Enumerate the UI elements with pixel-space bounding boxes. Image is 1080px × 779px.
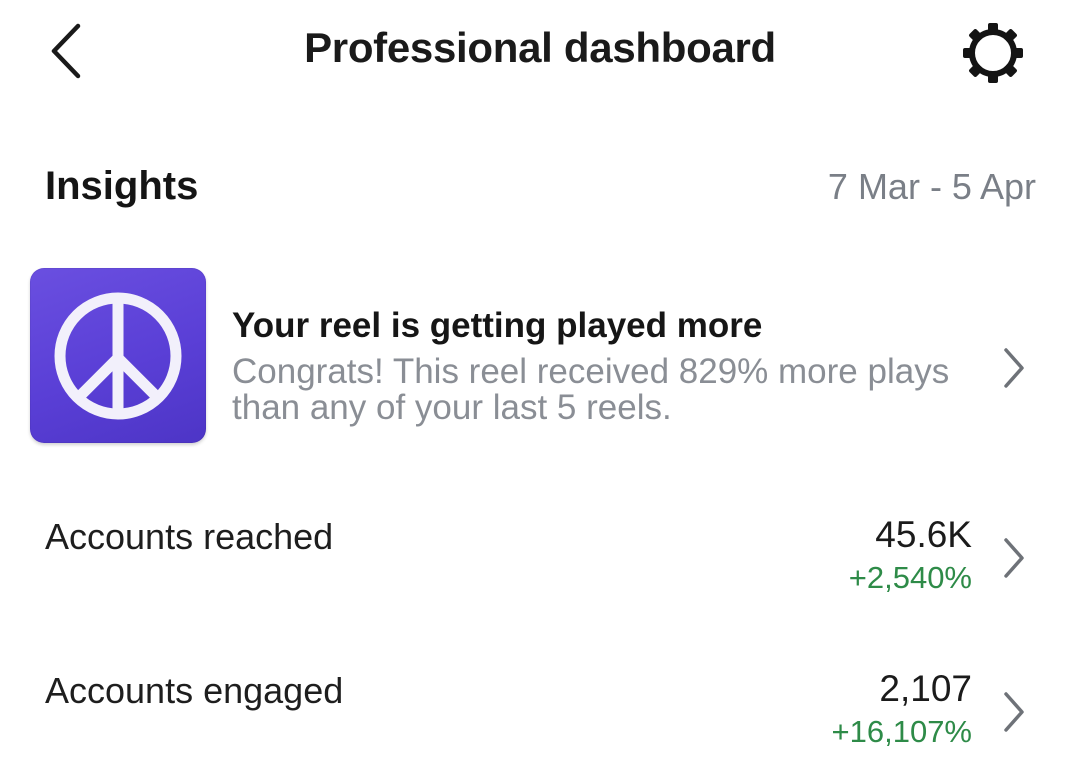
date-range[interactable]: 7 Mar - 5 Apr <box>828 166 1036 208</box>
reel-headline: Your reel is getting played more <box>232 306 763 345</box>
reel-thumbnail <box>30 268 206 443</box>
metric-delta: +16,107% <box>831 714 972 749</box>
settings-button[interactable] <box>958 20 1028 86</box>
chevron-right-icon <box>1004 348 1024 388</box>
chevron-right-icon <box>1004 692 1024 732</box>
metric-label: Accounts engaged <box>45 670 344 711</box>
peace-sign-icon <box>54 292 182 419</box>
metric-label: Accounts reached <box>45 516 334 557</box>
metric-value: 45.6K <box>875 514 972 555</box>
insights-heading: Insights <box>45 164 199 208</box>
metric-row-accounts-reached[interactable]: Accounts reached 45.6K +2,540% <box>0 506 1080 616</box>
page-title: Professional dashboard <box>304 24 776 71</box>
reel-description: Congrats! This reel received 829% more p… <box>232 352 950 427</box>
reel-insight-card[interactable]: Your reel is getting played more Congrat… <box>30 268 1040 446</box>
metric-row-accounts-engaged[interactable]: Accounts engaged 2,107 +16,107% <box>0 660 1080 770</box>
chevron-right-icon <box>1004 538 1024 578</box>
metric-delta: +2,540% <box>848 560 972 595</box>
metric-value: 2,107 <box>879 668 972 709</box>
gear-icon <box>963 23 1023 83</box>
